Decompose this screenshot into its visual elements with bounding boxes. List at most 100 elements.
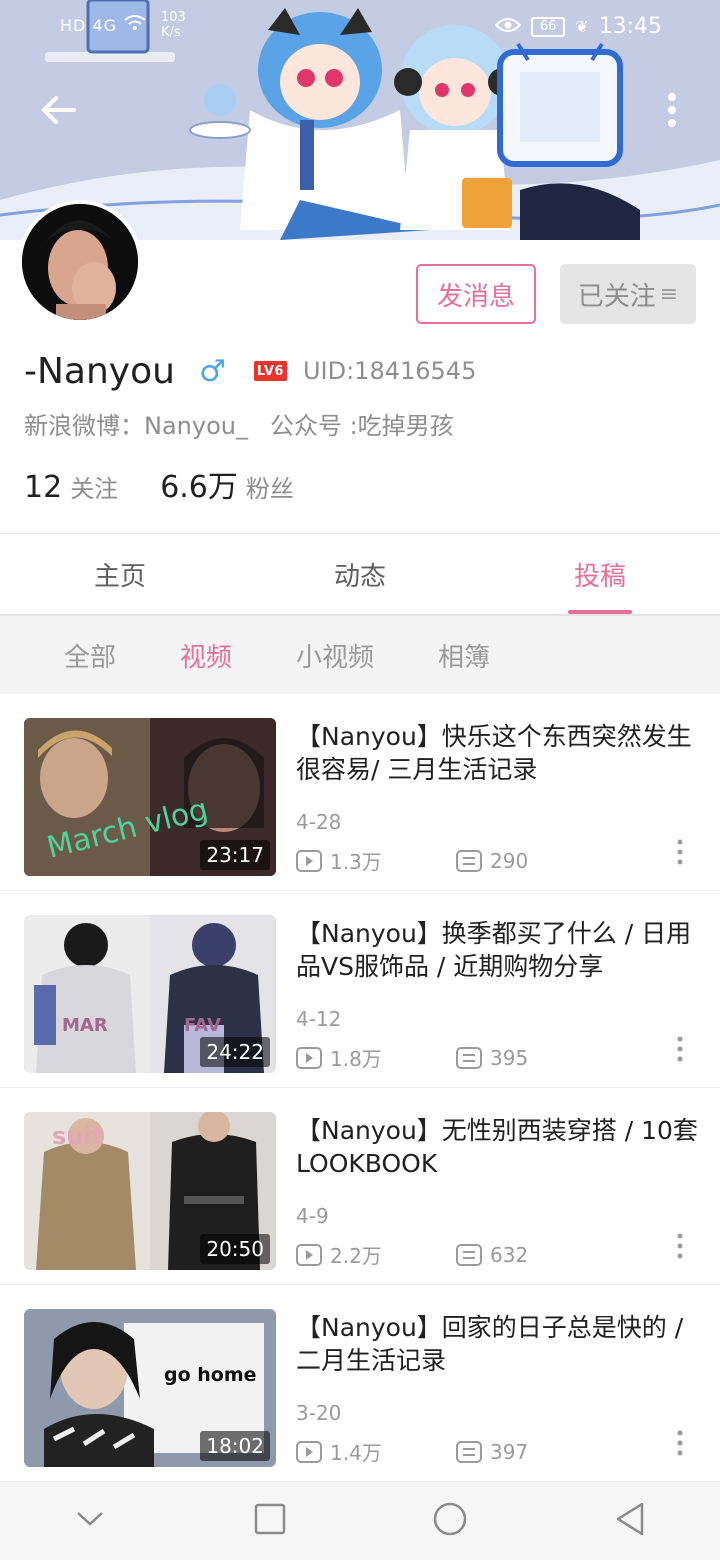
- leaf-icon: ❦: [575, 17, 589, 36]
- video-title[interactable]: 【Nanyou】快乐这个东西突然发生很容易/ 三月生活记录: [296, 720, 700, 786]
- tab-uploads[interactable]: 投稿: [480, 534, 720, 614]
- subtab-all[interactable]: 全部: [64, 637, 116, 674]
- video-title[interactable]: 【Nanyou】无性别西装穿搭 / 10套LOOKBOOK: [296, 1114, 700, 1180]
- video-meta: 1.3万 290: [296, 846, 528, 875]
- thumbnail-overlay-text: go home: [164, 1364, 257, 1386]
- comment-count: 632: [490, 1242, 529, 1267]
- video-duration: 23:17: [200, 840, 270, 870]
- status-right: 66 ❦ 13:45: [494, 14, 662, 39]
- comment-icon: [456, 1243, 482, 1266]
- nav-home-button[interactable]: [360, 1482, 540, 1560]
- eye-icon: [494, 14, 522, 39]
- video-more-button[interactable]: [664, 1228, 696, 1268]
- comment-count: 397: [490, 1439, 529, 1464]
- net-speed-value: 103: [161, 10, 186, 25]
- avatar-image: [22, 204, 138, 320]
- video-duration: 18:02: [200, 1431, 270, 1461]
- comment-icon: [456, 1046, 482, 1069]
- view-count: 1.8万: [330, 1047, 382, 1071]
- play-count-icon: [296, 1440, 322, 1463]
- nav-back-button[interactable]: [540, 1482, 720, 1560]
- video-views: 1.4万: [296, 1437, 456, 1466]
- upload-subtabs: 全部 视频 小视频 相簿: [0, 616, 720, 694]
- tab-home[interactable]: 主页: [0, 534, 240, 614]
- video-comments: 397: [456, 1440, 528, 1464]
- video-views: 2.2万: [296, 1240, 456, 1269]
- video-duration: 20:50: [200, 1234, 270, 1264]
- vertical-dots-icon: [677, 1036, 683, 1066]
- square-icon: [254, 1503, 286, 1539]
- video-title[interactable]: 【Nanyou】回家的日子总是快的 / 二月生活记录: [296, 1311, 700, 1377]
- video-thumbnail[interactable]: go home 18:02: [24, 1309, 276, 1467]
- comment-icon: [456, 849, 482, 872]
- nav-recents-button[interactable]: [180, 1482, 360, 1560]
- following-count[interactable]: 12: [24, 470, 62, 505]
- vertical-dots-icon: [677, 1430, 683, 1460]
- vertical-dots-icon: [667, 93, 677, 131]
- more-options-button[interactable]: [648, 88, 696, 136]
- back-button[interactable]: [34, 88, 82, 136]
- profile-tabs: 主页 动态 投稿: [0, 534, 720, 614]
- status-bar: HD 4G 103 K/s 66 ❦ 13:45: [0, 0, 720, 56]
- comment-icon: [456, 1440, 482, 1463]
- male-icon: ♂: [198, 353, 226, 389]
- video-views: 1.3万: [296, 846, 456, 875]
- video-item[interactable]: go home 18:02 【Nanyou】回家的日子总是快的 / 二月生活记录…: [0, 1285, 720, 1482]
- video-more-button[interactable]: [664, 834, 696, 874]
- signal-icon: HD 4G: [60, 15, 118, 35]
- video-thumbnail[interactable]: suit 20:50: [24, 1112, 276, 1270]
- bio-weibo: 新浪微博：Nanyou_: [24, 412, 248, 440]
- video-duration: 24:22: [200, 1037, 270, 1067]
- followed-label: 已关注: [577, 281, 656, 312]
- play-count-icon: [296, 1046, 322, 1069]
- profile-bio: 新浪微博：Nanyou_ 公众号 :吃掉男孩: [24, 406, 454, 441]
- following-label[interactable]: 关注: [70, 469, 118, 504]
- video-thumbnail[interactable]: March vlog 23:17: [24, 718, 276, 876]
- followers-label[interactable]: 粉丝: [246, 469, 294, 504]
- followers-count[interactable]: 6.6万: [160, 462, 238, 506]
- system-nav-bar: [0, 1482, 720, 1560]
- menu-lines-icon: ≡: [659, 281, 679, 307]
- video-item[interactable]: March vlog 23:17 【Nanyou】快乐这个东西突然发生很容易/ …: [0, 694, 720, 891]
- triangle-back-icon: [614, 1502, 646, 1540]
- nav-collapse-button[interactable]: [0, 1482, 180, 1560]
- profile-uid: UID:18416545: [302, 357, 477, 385]
- video-title[interactable]: 【Nanyou】换季都买了什么 / 日用品VS服饰品 / 近期购物分享: [296, 917, 700, 983]
- vertical-dots-icon: [677, 1233, 683, 1263]
- profile-name: -Nanyou: [24, 350, 175, 392]
- video-more-button[interactable]: [664, 1425, 696, 1465]
- view-count: 1.3万: [330, 850, 382, 874]
- subtab-video[interactable]: 视频: [180, 637, 232, 674]
- send-message-button[interactable]: 发消息: [416, 264, 536, 324]
- view-count: 1.4万: [330, 1441, 382, 1465]
- video-date: 4-9: [296, 1204, 329, 1228]
- net-speed: 103 K/s: [161, 10, 186, 40]
- video-more-button[interactable]: [664, 1031, 696, 1071]
- circle-icon: [432, 1501, 468, 1541]
- avatar[interactable]: [18, 200, 142, 324]
- view-count: 2.2万: [330, 1244, 382, 1268]
- profile-stats: 12 关注 6.6万 粉丝: [24, 462, 294, 506]
- net-speed-unit: K/s: [161, 25, 181, 40]
- tab-activity[interactable]: 动态: [240, 534, 480, 614]
- video-item[interactable]: suit 20:50 【Nanyou】无性别西装穿搭 / 10套LOOKBOOK…: [0, 1088, 720, 1285]
- level-badge: LV6: [253, 361, 287, 381]
- subtab-album[interactable]: 相簿: [438, 637, 490, 674]
- video-comments: 290: [456, 849, 528, 873]
- subtab-short-video[interactable]: 小视频: [296, 637, 374, 674]
- vertical-dots-icon: [677, 839, 683, 869]
- video-list: March vlog 23:17 【Nanyou】快乐这个东西突然发生很容易/ …: [0, 694, 720, 1482]
- video-thumbnail[interactable]: MAR FAV 24:22: [24, 915, 276, 1073]
- comment-count: 395: [490, 1045, 529, 1070]
- video-comments: 632: [456, 1243, 528, 1267]
- bio-wechat: 公众号 :吃掉男孩: [269, 412, 454, 440]
- wifi-icon: [123, 14, 147, 36]
- video-comments: 395: [456, 1046, 528, 1070]
- video-date: 3-20: [296, 1401, 342, 1425]
- thumbnail-text-right: FAV: [184, 1015, 221, 1036]
- thumbnail-text-left: MAR: [62, 1015, 108, 1036]
- video-meta: 2.2万 632: [296, 1240, 528, 1269]
- followed-button[interactable]: 已关注 ≡: [560, 264, 696, 324]
- video-date: 4-12: [296, 1007, 342, 1031]
- video-item[interactable]: MAR FAV 24:22 【Nanyou】换季都买了什么 / 日用品VS服饰品…: [0, 891, 720, 1088]
